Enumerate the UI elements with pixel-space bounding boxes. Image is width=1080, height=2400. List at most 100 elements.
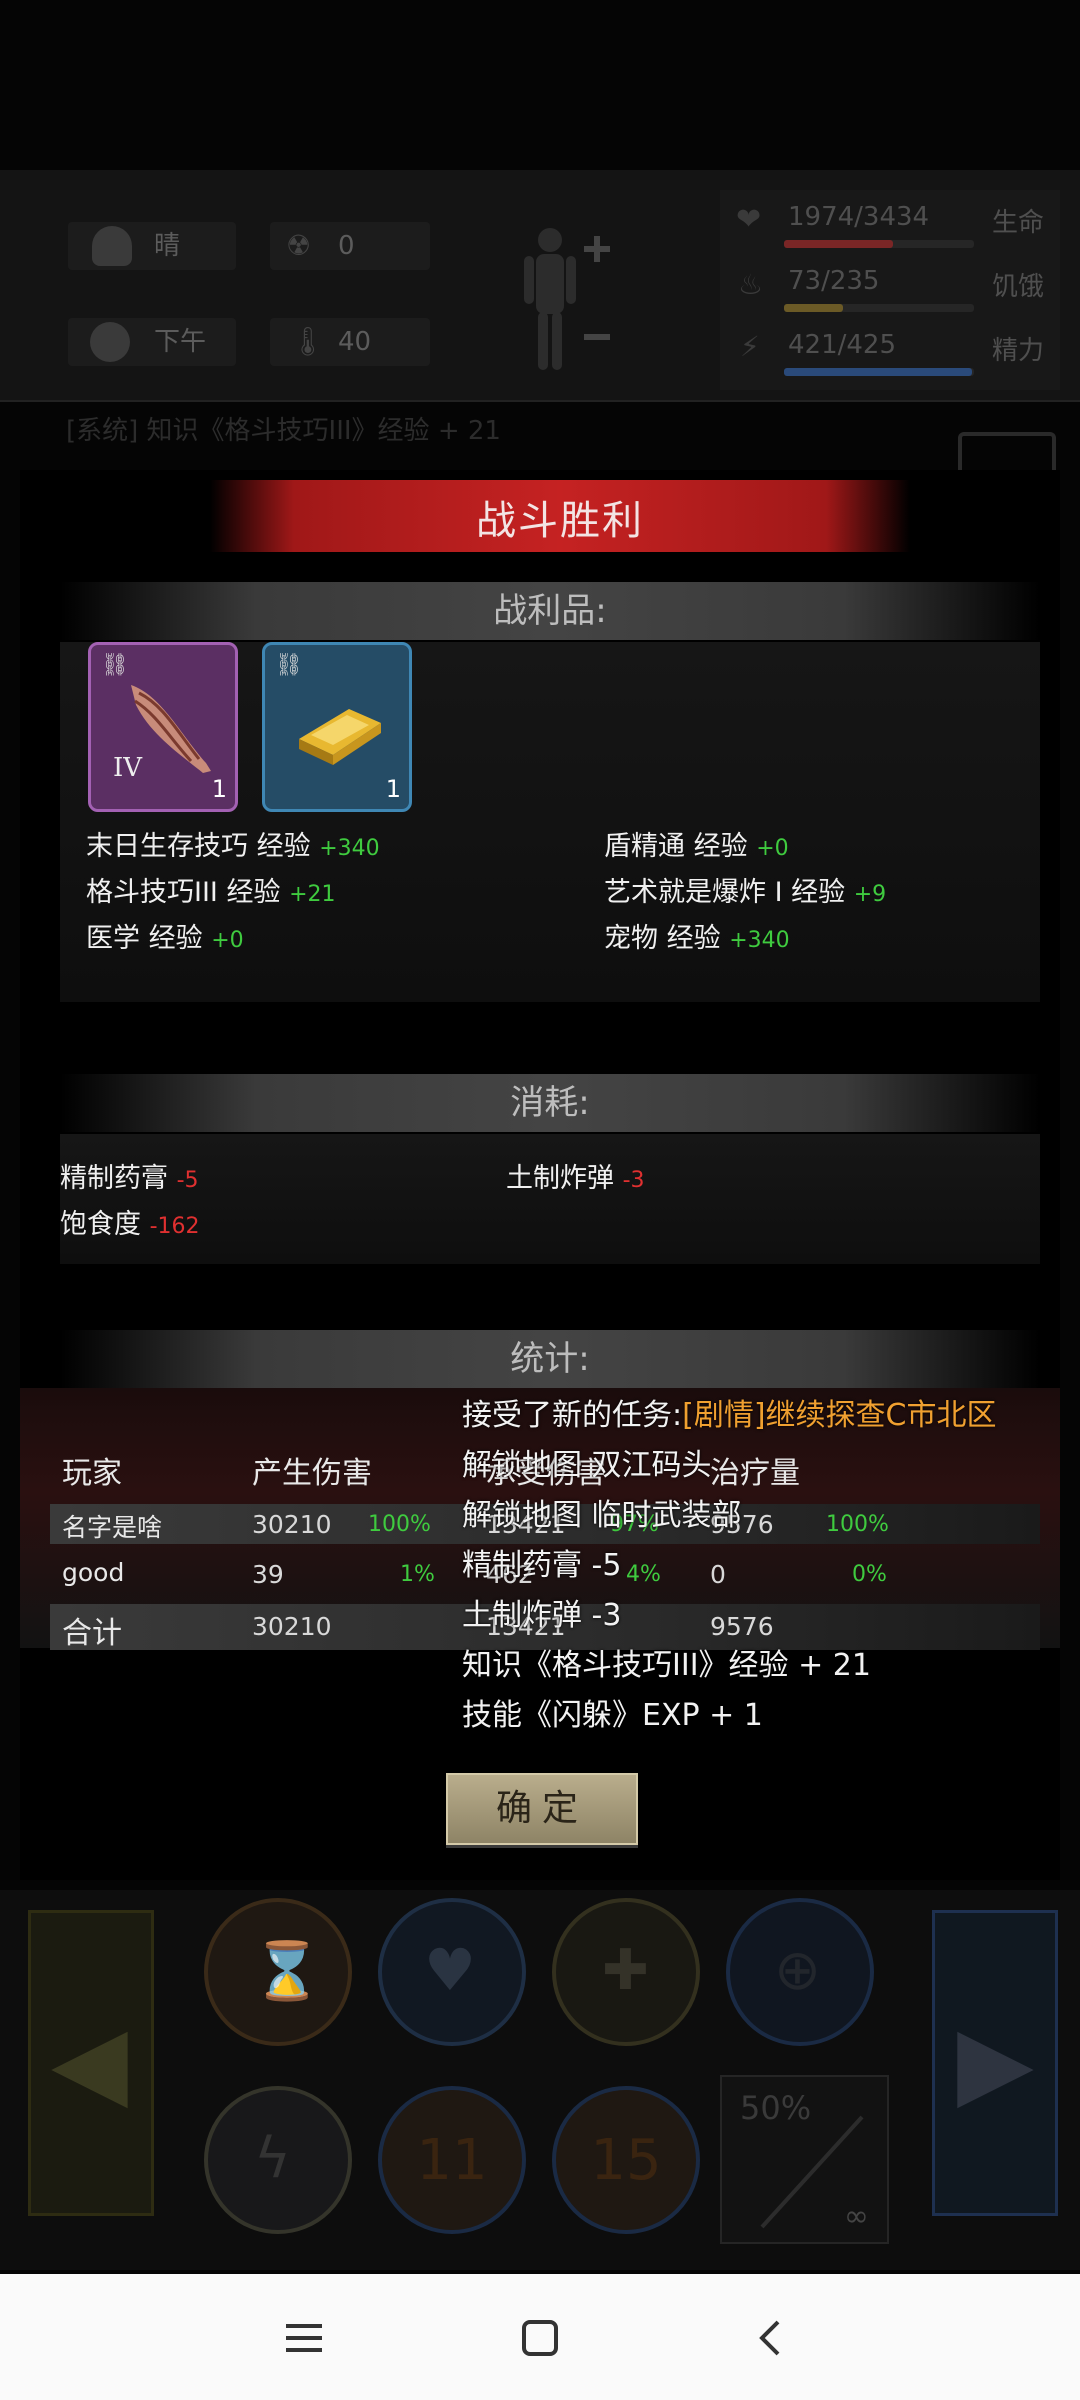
damage-value: 30210 — [252, 1510, 332, 1539]
heal-pct: 100% — [826, 1512, 889, 1537]
taken-pct: 4% — [626, 1562, 661, 1587]
col-damage: 产生伤害 — [252, 1456, 372, 1491]
time-panel: 下午 — [68, 318, 236, 366]
menu-icon[interactable] — [280, 2314, 328, 2362]
consume-line: 土制炸弹 -3 — [506, 1163, 645, 1194]
player-name: 名字是啥 — [62, 1513, 163, 1542]
vitals-panel: ❤ 1974/3434 生命 ♨ 73/235 饥饿 ⚡ 421/425 精力 — [720, 190, 1060, 390]
loot-item-meat[interactable]: ⛓ IV 1 — [88, 642, 238, 812]
weather-text: 晴 — [154, 231, 181, 261]
dialog-title: 战斗胜利 — [476, 498, 644, 544]
next-page-button[interactable]: ▶ — [932, 1910, 1058, 2216]
system-nav-bar — [0, 2274, 1080, 2400]
title-banner: 战斗胜利 — [210, 480, 910, 552]
confirm-button[interactable]: 确定 — [446, 1773, 638, 1845]
exp-line: 末日生存技巧 经验 +340 — [86, 831, 380, 862]
bound-link-icon: ⛓ — [275, 653, 303, 678]
energy-bar-fill — [784, 368, 973, 376]
col-heal: 治疗量 — [710, 1456, 800, 1491]
damage-pct: 100% — [368, 1512, 431, 1537]
radiation-icon: ☢ — [286, 229, 312, 262]
heart-plus-icon: ♥ — [424, 1936, 476, 2004]
hunger-icon: ♨ — [738, 268, 764, 301]
stats-header: 统计: — [60, 1330, 1040, 1388]
back-icon[interactable] — [748, 2314, 796, 2362]
ammo-count: ∞ — [844, 2199, 869, 2234]
heart-icon: ❤ — [736, 202, 762, 237]
notification-line: 知识《格斗技巧III》经验 + 21 — [462, 1648, 871, 1683]
aim-skill-button[interactable]: ⊕ — [726, 1898, 874, 2046]
total-damage: 30210 — [252, 1612, 332, 1641]
hunger-value: 73/235 — [788, 266, 880, 296]
clock-icon — [90, 322, 130, 362]
system-log-line: [系统] 知识《格斗技巧III》经验 + 21 — [66, 416, 501, 446]
medkit-skill-button[interactable]: ✚ — [552, 1898, 700, 2046]
health-value: 1974/3434 — [788, 202, 930, 232]
health-bar — [784, 240, 974, 248]
energy-value: 421/425 — [788, 330, 897, 360]
total-heal: 9576 — [710, 1612, 774, 1641]
consume-line: 精制药膏 -5 — [60, 1163, 199, 1194]
weather-icon — [92, 226, 132, 266]
lightning-figure-icon: ϟ — [254, 2126, 291, 2191]
radiation-panel: ☢ 0 — [270, 222, 430, 270]
energy-icon: ⚡ — [740, 330, 760, 363]
buff-skill-button[interactable]: ϟ — [204, 2086, 352, 2234]
notification-line: 技能《闪躲》EXP + 1 — [462, 1698, 763, 1733]
health-label: 生命 — [992, 208, 1045, 238]
time-text: 下午 — [154, 327, 207, 357]
crosshair-icon: ⊕ — [774, 1938, 821, 2003]
hunger-label: 饥饿 — [992, 272, 1045, 302]
thermometer-icon: 🌡 — [290, 325, 326, 358]
exp-line: 医学 经验 +0 — [86, 923, 244, 954]
hourglass-icon: ⌛ — [252, 1939, 322, 2004]
exp-line: 盾精通 经验 +0 — [604, 831, 789, 862]
notification-line: 解锁地图 双江码头 — [462, 1448, 712, 1483]
heal-skill-button[interactable]: ♥ — [378, 1898, 526, 2046]
battle-result-dialog: 战斗胜利 战利品: ⛓ IV 1 ⛓ 1 末日生存技巧 经验 +340 格斗技巧… — [20, 470, 1060, 1880]
cooldown-skill-1[interactable]: 11 — [378, 2086, 526, 2234]
player-name: good — [62, 1558, 125, 1587]
heal-value: 0 — [710, 1560, 726, 1589]
status-hud: 晴 ☢ 0 下午 🌡 40 ❤ 1974/3434 生命 ♨ 73/235 饥饿… — [0, 170, 1080, 402]
radiation-text: 0 — [338, 231, 355, 261]
consume-line: 饱食度 -162 — [60, 1209, 200, 1240]
weather-panel: 晴 — [68, 222, 236, 270]
temperature-text: 40 — [338, 327, 372, 357]
action-bar: ◀ ▶ ⌛ ♥ ✚ ⊕ ϟ 11 15 50% ∞ — [0, 1890, 1080, 2270]
cooldown-number: 11 — [416, 2128, 488, 2193]
rest-skill-button[interactable]: ⌛ — [204, 1898, 352, 2046]
weapon-slot[interactable]: 50% ∞ — [720, 2075, 889, 2244]
item-quantity: 1 — [211, 775, 227, 803]
chevron-right-icon: ▶ — [957, 2003, 1034, 2120]
hunger-bar-fill — [784, 304, 843, 312]
body-status-icon[interactable] — [520, 224, 610, 374]
energy-label: 精力 — [992, 336, 1045, 366]
loot-header: 战利品: — [60, 582, 1040, 640]
col-player: 玩家 — [62, 1456, 122, 1491]
cooldown-number: 15 — [590, 2128, 662, 2193]
tier-label: IV — [113, 753, 143, 783]
prev-page-button[interactable]: ◀ — [28, 1910, 154, 2216]
consume-header: 消耗: — [60, 1074, 1040, 1132]
home-icon[interactable] — [516, 2314, 564, 2362]
damage-pct: 1% — [400, 1562, 435, 1587]
cooldown-skill-2[interactable]: 15 — [552, 2086, 700, 2234]
gold-bar-icon — [299, 709, 381, 765]
exp-line: 艺术就是爆炸 I 经验 +9 — [604, 877, 887, 908]
exp-line: 宠物 经验 +340 — [604, 923, 790, 954]
notification-line: 土制炸弹 -3 — [462, 1598, 622, 1633]
consume-section: 精制药膏 -5 土制炸弹 -3 饱食度 -162 — [60, 1134, 1040, 1264]
loot-item-gold-bar[interactable]: ⛓ 1 — [262, 642, 412, 812]
item-quantity: 1 — [385, 775, 401, 803]
energy-bar — [784, 368, 974, 376]
heal-pct: 0% — [852, 1562, 887, 1587]
medkit-icon: ✚ — [602, 1938, 649, 2003]
hunger-bar — [784, 304, 974, 312]
damage-value: 39 — [252, 1560, 284, 1589]
chat-icon[interactable] — [958, 432, 1056, 472]
notification-line: 精制药膏 -5 — [462, 1548, 622, 1583]
health-bar-fill — [784, 240, 894, 248]
total-label: 合计 — [62, 1616, 122, 1651]
quest-notification: 接受了新的任务:[剧情]继续探查C市北区 — [462, 1398, 997, 1433]
